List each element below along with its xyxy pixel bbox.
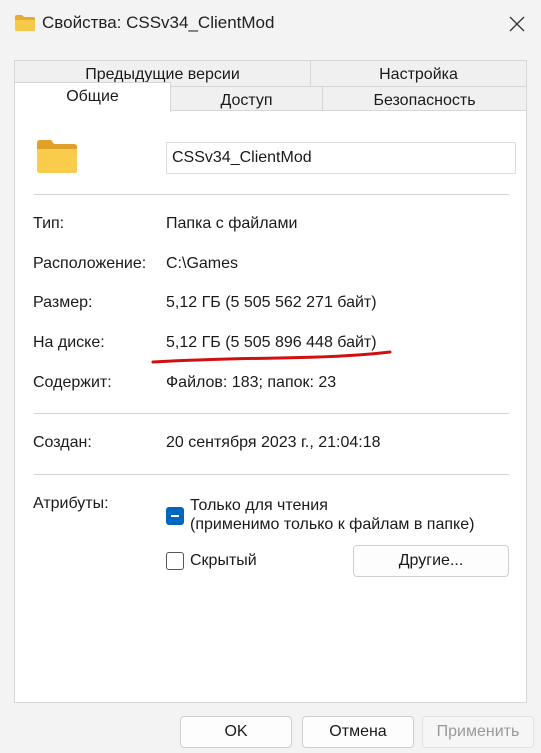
- red-underline-annotation: [151, 350, 392, 364]
- close-icon: [509, 16, 525, 32]
- contains-value: Файлов: 183; папок: 23: [166, 374, 337, 391]
- close-button[interactable]: [495, 0, 541, 48]
- readonly-checkbox[interactable]: [166, 507, 184, 525]
- created-label: Создан:: [33, 434, 92, 451]
- window-title: Свойства: CSSv34_ClientMod: [42, 13, 275, 32]
- apply-button[interactable]: Применить: [422, 716, 534, 748]
- hidden-label: Скрытый: [190, 552, 257, 569]
- readonly-label: Только для чтения: [190, 497, 328, 514]
- created-value: 20 сентября 2023 г., 21:04:18: [166, 434, 381, 451]
- tab-general[interactable]: Общие: [14, 82, 171, 112]
- location-label: Расположение:: [33, 255, 147, 272]
- size-label: Размер:: [33, 294, 93, 311]
- readonly-note: (применимо только к файлам в папке): [190, 516, 475, 533]
- size-value: 5,12 ГБ (5 505 562 271 байт): [166, 294, 377, 311]
- folder-large-icon: [37, 140, 77, 173]
- folder-icon: [15, 15, 35, 31]
- hidden-checkbox[interactable]: [166, 552, 184, 570]
- ok-button[interactable]: OK: [180, 716, 292, 748]
- attributes-label: Атрибуты:: [33, 495, 109, 512]
- folder-name-field[interactable]: [166, 142, 516, 174]
- separator: [34, 413, 509, 414]
- separator: [34, 474, 509, 475]
- separator: [34, 194, 509, 195]
- size-on-disk-label: На диске:: [33, 334, 105, 351]
- contains-label: Содержит:: [33, 374, 112, 391]
- type-label: Тип:: [33, 215, 65, 232]
- cancel-button[interactable]: Отмена: [302, 716, 414, 748]
- advanced-button[interactable]: Другие...: [353, 545, 509, 577]
- general-panel: [14, 110, 527, 703]
- tab-customize[interactable]: Настройка: [310, 60, 527, 88]
- location-value: C:\Games: [166, 255, 239, 272]
- type-value: Папка с файлами: [166, 215, 298, 232]
- title-bar: Свойства: CSSv34_ClientMod: [0, 0, 541, 48]
